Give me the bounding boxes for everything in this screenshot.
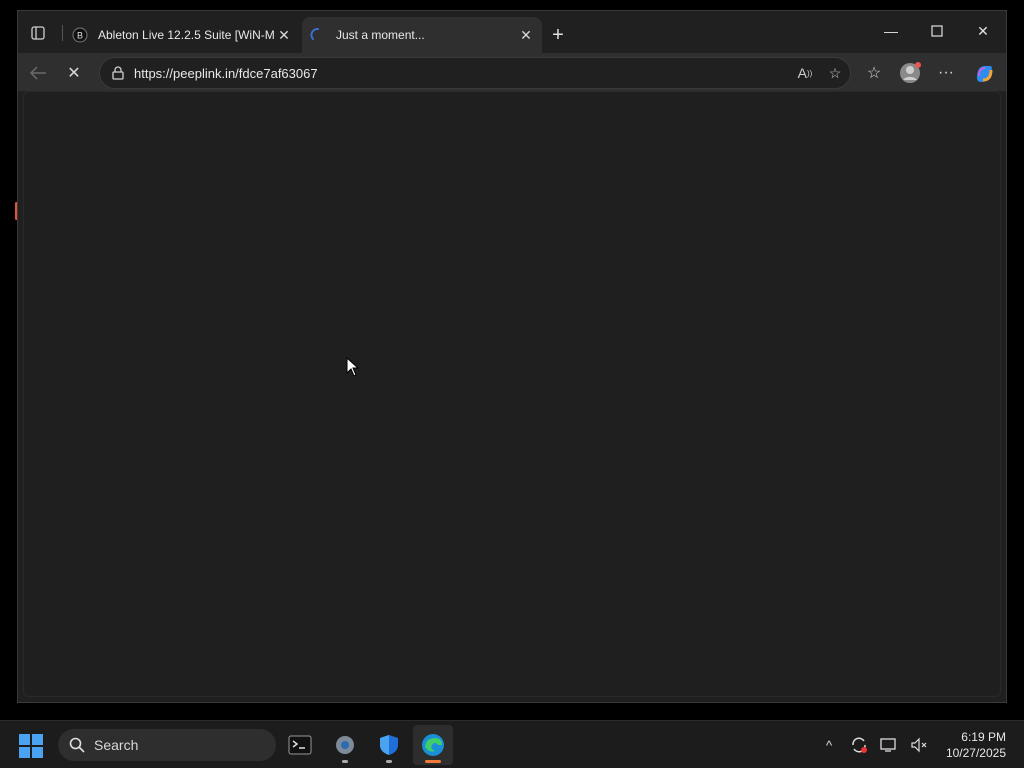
mouse-cursor-icon: [346, 357, 360, 377]
running-indicator: [342, 760, 348, 763]
clock[interactable]: 6:19 PM 10/27/2025: [946, 729, 1006, 761]
site-icon: B: [72, 27, 88, 43]
terminal-app-icon[interactable]: [280, 725, 320, 765]
browser-window: B Ableton Live 12.2.5 Suite [WiN-M ✕ Jus…: [17, 10, 1007, 703]
stop-loading-icon[interactable]: ✕: [60, 59, 88, 87]
svg-text:B: B: [77, 31, 83, 41]
plus-icon[interactable]: +: [546, 23, 570, 47]
tab-just-a-moment[interactable]: Just a moment... ✕: [302, 17, 542, 53]
browser-toolbar: ✕ https://peeplink.in/fdce7af63067 A)) ☆…: [18, 53, 1006, 91]
search-label: Search: [94, 737, 139, 753]
active-indicator: [425, 760, 441, 763]
title-bar: B Ableton Live 12.2.5 Suite [WiN-M ✕ Jus…: [18, 11, 1006, 53]
address-bar[interactable]: https://peeplink.in/fdce7af63067 A)) ☆: [99, 57, 851, 89]
edge-app-icon[interactable]: [413, 725, 453, 765]
desktop: B Ableton Live 12.2.5 Suite [WiN-M ✕ Jus…: [0, 0, 1024, 720]
tab-title: Ableton Live 12.2.5 Suite [WiN-M: [98, 28, 275, 42]
lock-icon[interactable]: [110, 65, 126, 81]
taskbar-search[interactable]: Search: [58, 729, 276, 761]
page-content: [23, 91, 1001, 697]
network-icon[interactable]: [874, 733, 904, 757]
star-icon[interactable]: ☆: [820, 59, 850, 87]
close-icon[interactable]: ✕: [518, 27, 534, 43]
tab-separator: [62, 25, 63, 41]
tab-actions-icon[interactable]: [24, 21, 52, 45]
security-app-icon[interactable]: [369, 725, 409, 765]
close-icon[interactable]: ✕: [276, 27, 292, 43]
window-controls: — ✕: [868, 11, 1006, 51]
tab-title: Just a moment...: [336, 28, 425, 42]
system-tray: ^: [814, 733, 934, 757]
running-indicator: [386, 760, 392, 763]
loading-icon: [310, 27, 326, 43]
url-text[interactable]: https://peeplink.in/fdce7af63067: [134, 66, 790, 81]
favorites-icon[interactable]: ☆: [860, 59, 888, 87]
minimize-button[interactable]: —: [868, 11, 914, 51]
tab-ableton[interactable]: B Ableton Live 12.2.5 Suite [WiN-M ✕: [64, 17, 300, 53]
profile-icon[interactable]: [896, 59, 924, 87]
read-aloud-icon[interactable]: A)): [790, 59, 820, 87]
chevron-up-icon[interactable]: ^: [814, 733, 844, 757]
clock-time: 6:19 PM: [961, 730, 1006, 744]
windows-start-icon[interactable]: [18, 733, 44, 759]
volume-muted-icon[interactable]: [904, 733, 934, 757]
taskbar: Search ^ 6:19 PM 10/27/2025: [0, 720, 1024, 768]
back-arrow-icon[interactable]: [24, 59, 52, 87]
more-icon[interactable]: ···: [932, 59, 960, 87]
search-icon: [68, 736, 86, 754]
copilot-icon[interactable]: [970, 59, 998, 87]
settings-app-icon[interactable]: [325, 725, 365, 765]
sync-icon[interactable]: [844, 733, 874, 757]
maximize-button[interactable]: [914, 11, 960, 51]
close-window-button[interactable]: ✕: [960, 11, 1006, 51]
clock-date: 10/27/2025: [945, 746, 1006, 760]
